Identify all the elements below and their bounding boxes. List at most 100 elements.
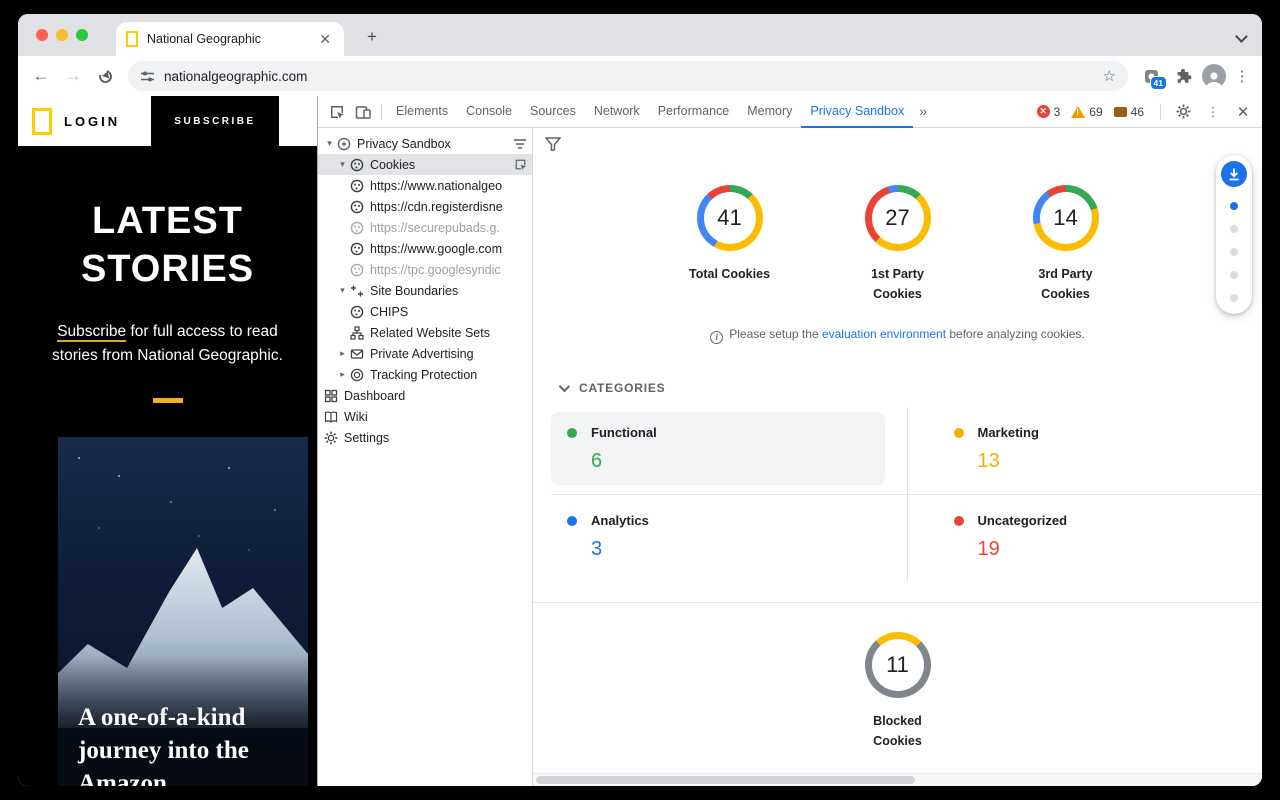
tab-elements[interactable]: Elements [387,96,457,128]
natgeo-favicon-icon [126,31,138,47]
tree-menu-button[interactable] [513,138,527,150]
cookie-icon [349,157,365,173]
category-count: 13 [978,450,1225,473]
tab-memory[interactable]: Memory [738,96,801,128]
tab-performance[interactable]: Performance [649,96,739,128]
subscribe-inline-link[interactable]: Subscribe [57,323,126,342]
natgeo-logo[interactable] [32,108,52,135]
tree-item-origin[interactable]: https://www.nationalgeo [318,175,532,196]
more-tabs-button[interactable]: » [913,96,933,128]
reload-button[interactable] [92,63,118,89]
download-report-button[interactable] [1221,161,1247,187]
evaluation-environment-link[interactable]: evaluation environment [822,327,946,341]
traffic-lights [36,29,88,41]
puzzle-icon [1174,67,1192,85]
tree-item-related-website-sets[interactable]: Related Website Sets [318,322,532,343]
natgeo-header: LOGIN SUBSCRIBE [18,96,317,146]
collapse-arrow-icon[interactable]: ▸ [336,369,349,380]
close-window-button[interactable] [36,29,48,41]
back-button[interactable]: ← [28,63,54,89]
tree-item-wiki[interactable]: Wiki [318,406,532,427]
error-count: 3 [1054,105,1061,119]
minimize-window-button[interactable] [56,29,68,41]
devtools-settings-button[interactable] [1170,99,1196,125]
extension-badge: 41 [1150,76,1167,90]
subscribe-button[interactable]: SUBSCRIBE [151,96,279,146]
scroll-dot[interactable] [1230,271,1238,279]
tree-item-dashboard[interactable]: Dashboard [318,385,532,406]
browser-toolbar: ← → nationalgeographic.com ☆ 41 [18,56,1262,96]
donut-value: 14 [1053,205,1077,231]
tab-search-chevron-icon[interactable] [1235,30,1248,43]
tree-item-settings[interactable]: Settings [318,427,532,448]
issues-counter[interactable]: 46 [1114,105,1144,119]
tree-item-tracking-protection[interactable]: ▸ Tracking Protection [318,364,532,385]
category-cell-analytics[interactable]: Analytics 3 [551,495,907,582]
cookies-inspect-icon[interactable] [514,158,527,171]
scrollbar-thumb[interactable] [536,776,915,784]
warning-counter[interactable]: 69 [1071,105,1102,119]
devtools-close-button[interactable]: ✕ [1230,99,1256,125]
tree-item-private-advertising[interactable]: ▸ Private Advertising [318,343,532,364]
login-link[interactable]: LOGIN [64,114,120,129]
address-bar[interactable]: nationalgeographic.com ☆ [128,61,1128,91]
horizontal-scrollbar[interactable] [533,773,1262,786]
error-counter[interactable]: ✕ 3 [1037,105,1061,119]
donut-chart: 27 [865,185,931,251]
category-count: 19 [978,538,1225,561]
tab-sources[interactable]: Sources [521,96,585,128]
url-text[interactable]: nationalgeographic.com [164,69,1094,84]
hero-story-card[interactable]: A one-of-a-kind journey into the Amazon [58,437,308,786]
pinned-extension-button[interactable]: 41 [1138,63,1164,89]
forward-button[interactable]: → [60,63,86,89]
tree-item-privacy-sandbox[interactable]: ▾ Privacy Sandbox [318,133,532,154]
bookmark-star-icon[interactable]: ☆ [1103,67,1116,85]
expand-arrow-icon[interactable]: ▾ [336,159,349,170]
tree-label: Cookies [370,158,415,172]
tab-console[interactable]: Console [457,96,521,128]
site-settings-icon[interactable] [140,69,155,84]
collapse-arrow-icon[interactable]: ▸ [336,348,349,359]
tree-item-site-boundaries[interactable]: ▾ Site Boundaries [318,280,532,301]
tab-privacy-sandbox[interactable]: Privacy Sandbox [801,96,913,128]
floating-action-card [1216,155,1252,314]
tree-item-origin[interactable]: https://tpc.googlesyndic [318,259,532,280]
categories-section-header[interactable]: CATEGORIES [559,381,1262,395]
hero-story-title[interactable]: A one-of-a-kind journey into the Amazon [78,701,296,786]
new-tab-button[interactable]: + [362,27,382,47]
browser-menu-kebab-icon[interactable]: ⋮ [1232,67,1252,85]
tab-close-icon[interactable]: ✕ [316,31,334,48]
tree-item-chips[interactable]: CHIPS [318,301,532,322]
scroll-dot[interactable] [1230,225,1238,233]
tree-item-origin[interactable]: https://cdn.registerdisne [318,196,532,217]
tab-network[interactable]: Network [585,96,649,128]
tree-item-cookies[interactable]: ▾ Cookies [318,154,532,175]
site-boundaries-icon [349,283,365,299]
tree-item-origin[interactable]: https://securepubads.g. [318,217,532,238]
scroll-dot[interactable] [1230,248,1238,256]
category-cell-marketing[interactable]: Marketing 13 [907,407,1263,495]
issues-count: 46 [1131,105,1144,119]
scroll-dot[interactable] [1230,294,1238,302]
scroll-dot-active[interactable] [1230,202,1238,210]
category-cell-functional[interactable]: Functional 6 [551,407,907,495]
expand-arrow-icon[interactable]: ▾ [323,138,336,149]
devtools-panel: Elements Console Sources Network Perform… [317,96,1262,786]
device-toolbar-button[interactable] [350,99,376,125]
filter-button[interactable] [545,137,561,151]
maximize-window-button[interactable] [76,29,88,41]
donut-label: 1st Party Cookies [857,264,939,304]
expand-arrow-icon[interactable]: ▾ [336,285,349,296]
tracking-protection-icon [349,367,365,383]
category-cell-uncategorized[interactable]: Uncategorized 19 [907,495,1263,582]
category-count: 3 [591,538,869,561]
filter-list-icon [513,138,527,150]
inspect-element-button[interactable] [324,99,350,125]
tree-label: https://www.google.com [370,242,502,256]
sitemap-icon [349,325,365,341]
devtools-menu-kebab-icon[interactable]: ⋮ [1200,99,1226,125]
profile-avatar[interactable] [1202,64,1226,88]
browser-tab[interactable]: National Geographic ✕ [116,22,344,56]
extensions-menu-button[interactable] [1170,63,1196,89]
tree-item-origin[interactable]: https://www.google.com [318,238,532,259]
